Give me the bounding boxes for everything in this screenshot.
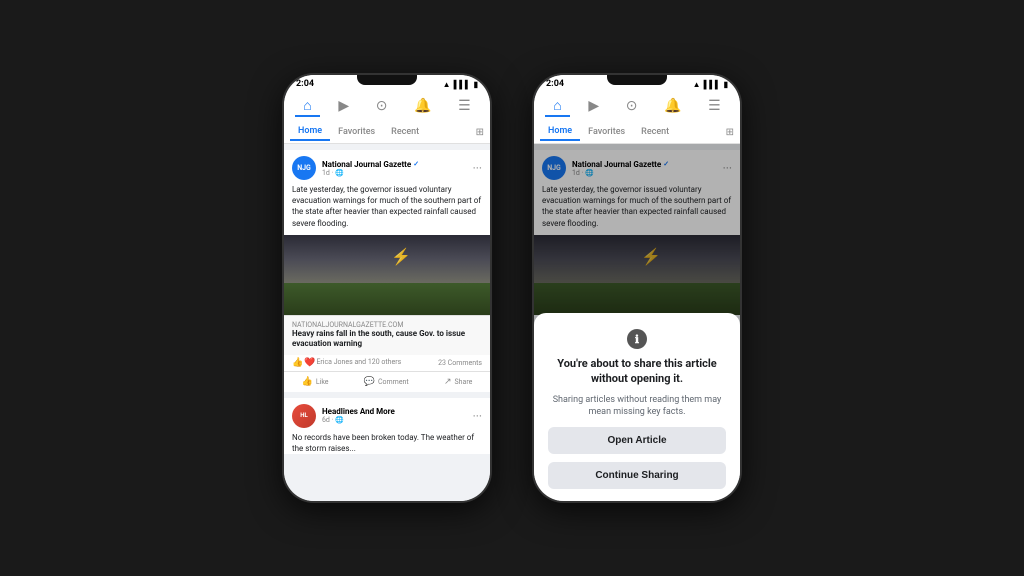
continue-sharing-button[interactable]: Continue Sharing xyxy=(548,462,726,489)
link-domain-left: NATIONALJOURNALGAZETTE.COM xyxy=(292,321,482,329)
nav-home-left[interactable]: ⌂ xyxy=(295,95,319,117)
phone-notch-left xyxy=(357,75,417,85)
like-icon-left: 👍 xyxy=(302,377,313,387)
nav-home-right[interactable]: ⌂ xyxy=(545,95,569,117)
phone-right: 2:04 ▲ ▌▌▌ ▮ ⌂ ▶ ⊙ 🔔 ☰ Home Favorites Re… xyxy=(532,73,742,503)
nav-video-left[interactable]: ▶ xyxy=(330,96,357,116)
link-preview-left: NATIONALJOURNALGAZETTE.COM Heavy rains f… xyxy=(284,315,490,355)
modal-subtitle: Sharing articles without reading them ma… xyxy=(548,394,726,419)
like-action-left[interactable]: 👍 Like xyxy=(296,375,335,389)
post-author-1-left: National Journal Gazette ✓ xyxy=(322,160,467,169)
share-action-left[interactable]: ↗ Share xyxy=(438,375,478,389)
storm-field-left xyxy=(284,283,490,315)
tab-home-right[interactable]: Home xyxy=(540,123,580,141)
link-title-left: Heavy rains fall in the south, cause Gov… xyxy=(292,329,482,350)
phone-left: 2:04 ▲ ▌▌▌ ▮ ⌂ ▶ ⊙ 🔔 ☰ Home Favorites Re… xyxy=(282,73,492,503)
signal-icon-right: ▌▌▌ xyxy=(704,80,721,89)
post2-text-left: No records have been broken today. The w… xyxy=(284,432,490,454)
feed-left: NJG National Journal Gazette ✓ 1d · 🌐 ··… xyxy=(284,144,490,501)
phone-screen-left: 2:04 ▲ ▌▌▌ ▮ ⌂ ▶ ⊙ 🔔 ☰ Home Favorites Re… xyxy=(284,75,490,501)
wifi-icon-left: ▲ xyxy=(443,80,451,89)
nav-bell-left[interactable]: 🔔 xyxy=(406,96,439,116)
modal-overlay: ℹ You're about to share this article wit… xyxy=(534,144,740,501)
tab-recent-left[interactable]: Recent xyxy=(383,124,427,140)
post-image-1-left: ⚡ xyxy=(284,235,490,315)
post-header-1-left: NJG National Journal Gazette ✓ 1d · 🌐 ··… xyxy=(284,150,490,184)
tab-recent-right[interactable]: Recent xyxy=(633,124,677,140)
verified-icon-1-left: ✓ xyxy=(413,160,419,168)
post2-more-left[interactable]: ··· xyxy=(473,410,482,422)
tab-favorites-left[interactable]: Favorites xyxy=(330,124,383,140)
phone-screen-right: 2:04 ▲ ▌▌▌ ▮ ⌂ ▶ ⊙ 🔔 ☰ Home Favorites Re… xyxy=(534,75,740,501)
post-text-1-left: Late yesterday, the governor issued volu… xyxy=(284,184,490,235)
nav-icons-right: ⌂ ▶ ⊙ 🔔 ☰ xyxy=(540,91,734,121)
nav-menu-left[interactable]: ☰ xyxy=(450,96,479,116)
post2-meta-left: Headlines And More 6d · 🌐 xyxy=(322,407,467,424)
wifi-icon-right: ▲ xyxy=(693,80,701,89)
status-time-right: 2:04 xyxy=(546,79,564,89)
post2-time-left: 6d · 🌐 xyxy=(322,416,467,424)
tab-home-left[interactable]: Home xyxy=(290,123,330,141)
comment-action-left[interactable]: 💬 Comment xyxy=(358,375,415,389)
tab-favorites-right[interactable]: Favorites xyxy=(580,124,633,140)
post2-avatar-left: HL xyxy=(292,404,316,428)
battery-icon-left: ▮ xyxy=(474,80,478,89)
signal-icon-left: ▌▌▌ xyxy=(454,80,471,89)
battery-icon-right: ▮ xyxy=(724,80,728,89)
nav-video-right[interactable]: ▶ xyxy=(580,96,607,116)
nav-bar-left: ⌂ ▶ ⊙ 🔔 ☰ Home Favorites Recent ⊞ xyxy=(284,91,490,144)
modal-title: You're about to share this article witho… xyxy=(548,357,726,386)
feed-right: NJG National Journal Gazette ✓ 1d · 🌐 ··… xyxy=(534,144,740,501)
nav-groups-right[interactable]: ⊙ xyxy=(618,96,646,116)
open-article-button[interactable]: Open Article xyxy=(548,427,726,454)
share-warning-modal: ℹ You're about to share this article wit… xyxy=(534,313,740,501)
post-actions-left: 👍 Like 💬 Comment ↗ Share xyxy=(284,372,490,392)
status-icons-left: ▲ ▌▌▌ ▮ xyxy=(443,80,478,89)
fb-tabs-right: Home Favorites Recent ⊞ xyxy=(540,121,734,143)
filter-icon-left[interactable]: ⊞ xyxy=(476,127,484,138)
post-time-1-left: 1d · 🌐 xyxy=(322,169,467,177)
post-more-1-left[interactable]: ··· xyxy=(473,162,482,174)
nav-menu-right[interactable]: ☰ xyxy=(700,96,729,116)
storm-sky-left xyxy=(284,235,490,283)
love-emoji-left: ❤️ xyxy=(304,358,315,368)
modal-info-icon: ℹ xyxy=(627,329,647,349)
nav-groups-left[interactable]: ⊙ xyxy=(368,96,396,116)
post-card-1-left: NJG National Journal Gazette ✓ 1d · 🌐 ··… xyxy=(284,150,490,392)
post-card-2-left: HL Headlines And More 6d · 🌐 ··· No reco… xyxy=(284,398,490,454)
nav-bell-right[interactable]: 🔔 xyxy=(656,96,689,116)
status-icons-right: ▲ ▌▌▌ ▮ xyxy=(693,80,728,89)
nav-bar-right: ⌂ ▶ ⊙ 🔔 ☰ Home Favorites Recent ⊞ xyxy=(534,91,740,144)
status-time-left: 2:04 xyxy=(296,79,314,89)
like-emoji-left: 👍 xyxy=(292,358,303,368)
fb-tabs-left: Home Favorites Recent ⊞ xyxy=(290,121,484,143)
post-meta-1-left: National Journal Gazette ✓ 1d · 🌐 xyxy=(322,160,467,177)
post2-author-left: Headlines And More xyxy=(322,407,467,416)
comments-count-left: 23 Comments xyxy=(438,359,482,367)
post-avatar-1-left: NJG xyxy=(292,156,316,180)
comment-icon-left: 💬 xyxy=(364,377,375,387)
filter-icon-right[interactable]: ⊞ xyxy=(726,127,734,138)
phone-notch-right xyxy=(607,75,667,85)
reaction-icons-left: 👍 ❤️ Erica Jones and 120 others xyxy=(292,358,401,368)
storm-bolt-left: ⚡ xyxy=(391,247,411,266)
nav-icons-left: ⌂ ▶ ⊙ 🔔 ☰ xyxy=(290,91,484,121)
post-reactions-left: 👍 ❤️ Erica Jones and 120 others 23 Comme… xyxy=(284,355,490,372)
share-icon-left: ↗ xyxy=(444,377,452,387)
post2-header-left: HL Headlines And More 6d · 🌐 ··· xyxy=(284,398,490,432)
